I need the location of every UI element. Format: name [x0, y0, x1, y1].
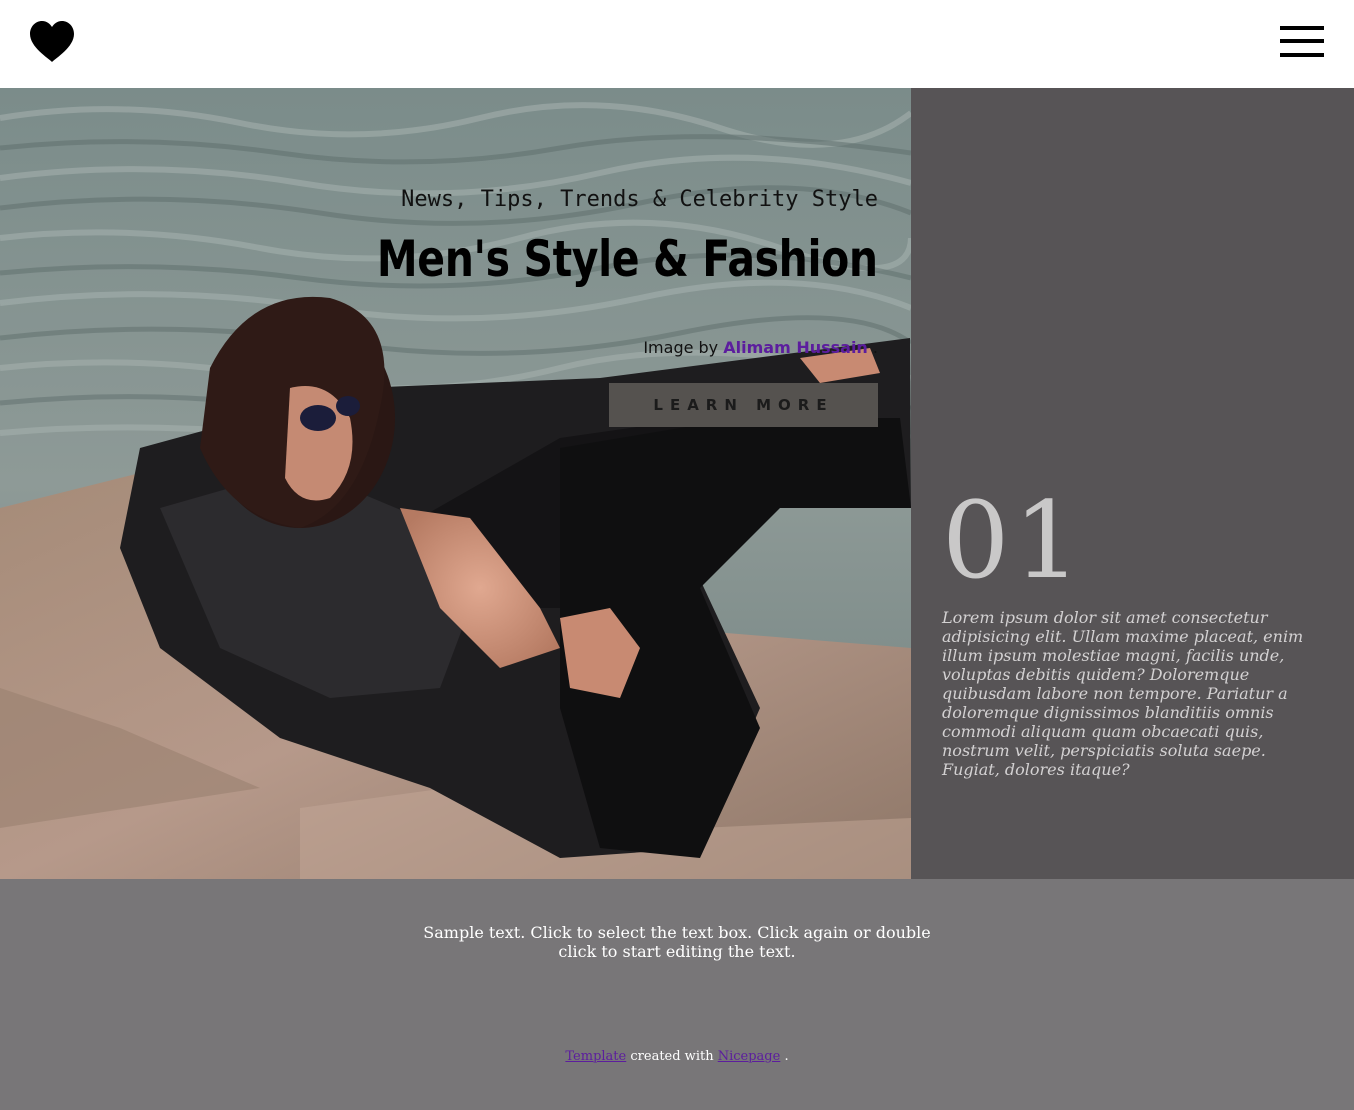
credit-author-link[interactable]: Alimam Hussain: [723, 338, 868, 357]
footer-credit: Template created with Nicepage .: [0, 1049, 1354, 1064]
logo-heart-icon[interactable]: [28, 20, 76, 64]
sample-text: Sample text. Click to select the text bo…: [423, 923, 931, 961]
footer-end-text: .: [784, 1049, 789, 1064]
hero-subtitle: News, Tips, Trends & Celebrity Style: [401, 187, 878, 212]
feature-panel: 01 Lorem ipsum dolor sit amet consectetu…: [911, 88, 1354, 879]
hero-section: News, Tips, Trends & Celebrity Style Men…: [0, 88, 911, 879]
menu-bar: [1280, 26, 1324, 30]
menu-bar: [1280, 39, 1324, 43]
feature-text: Lorem ipsum dolor sit amet consectetur a…: [942, 608, 1304, 779]
learn-more-button[interactable]: LEARN MORE: [609, 383, 878, 427]
menu-bar: [1280, 53, 1324, 57]
site-header: [0, 0, 1354, 88]
footer-middle-text: created with: [630, 1049, 714, 1064]
credit-suffix: .: [872, 338, 878, 357]
image-credit: Image by Alimam Hussain .: [643, 338, 878, 357]
heart-icon: [30, 21, 74, 62]
credit-prefix: Image by: [643, 338, 719, 357]
template-link[interactable]: Template: [565, 1049, 626, 1064]
hamburger-menu-button[interactable]: [1280, 26, 1324, 58]
nicepage-link[interactable]: Nicepage: [718, 1049, 781, 1064]
hero-title: Men's Style & Fashion: [377, 230, 878, 288]
feature-number: 01: [942, 479, 1085, 602]
footer-section: Sample text. Click to select the text bo…: [0, 879, 1354, 1110]
